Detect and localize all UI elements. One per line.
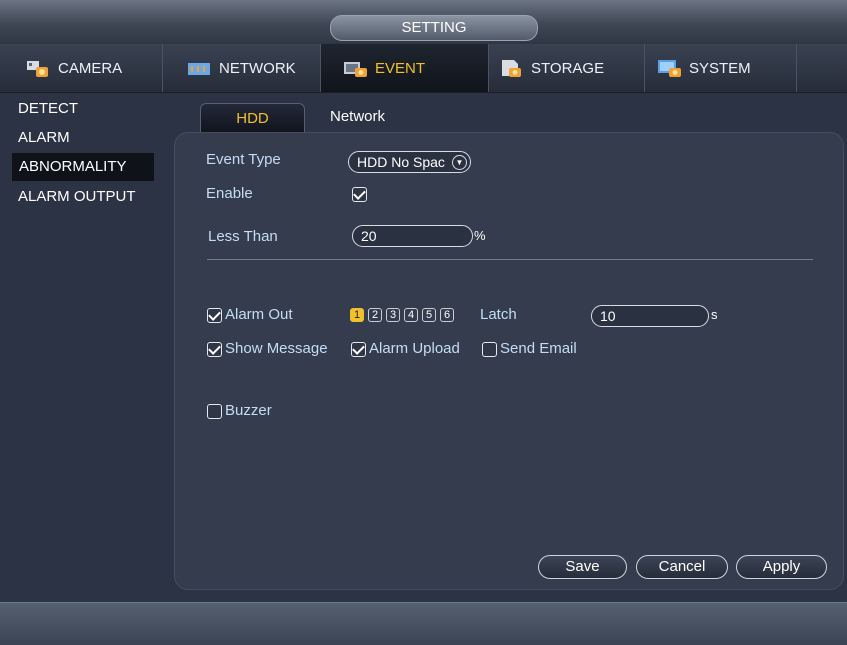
- latch-input[interactable]: 10: [591, 305, 709, 327]
- main-tab-bar: CAMERA NETWORK EVENT STORAGE SYSTEM: [0, 44, 847, 93]
- alarm-upload-checkbox[interactable]: [351, 342, 366, 357]
- alarm-out-label: Alarm Out: [225, 306, 293, 323]
- show-message-checkbox[interactable]: [207, 342, 222, 357]
- title-bar: SETTING: [0, 0, 847, 45]
- tab-label: CAMERA: [58, 59, 123, 77]
- latch-label: Latch: [480, 306, 517, 323]
- save-button[interactable]: Save: [538, 555, 627, 579]
- sidebar-item-abnormality[interactable]: ABNORMALITY: [12, 153, 154, 181]
- sidebar-item-alarm[interactable]: ALARM: [18, 129, 70, 146]
- tab-label: NETWORK: [219, 59, 296, 77]
- latch-unit: s: [711, 307, 718, 322]
- event-type-label: Event Type: [206, 151, 281, 168]
- alarm-out-channel-3[interactable]: 3: [386, 308, 400, 322]
- window-title: SETTING: [330, 15, 538, 41]
- buzzer-label: Buzzer: [225, 402, 272, 419]
- storage-icon: [499, 58, 525, 78]
- tab-camera[interactable]: CAMERA: [0, 44, 163, 92]
- event-type-select[interactable]: HDD No Spac ▼: [348, 151, 471, 173]
- alarm-out-checkbox[interactable]: [207, 308, 222, 323]
- alarm-out-channel-2[interactable]: 2: [368, 308, 382, 322]
- tab-label: SYSTEM: [689, 59, 751, 77]
- sidebar-item-alarm-output[interactable]: ALARM OUTPUT: [18, 188, 136, 205]
- less-than-unit: %: [474, 228, 486, 243]
- subtab-hdd[interactable]: HDD: [200, 103, 305, 135]
- alarm-out-channel-5[interactable]: 5: [422, 308, 436, 322]
- tab-storage[interactable]: STORAGE: [489, 44, 645, 92]
- network-icon: [187, 58, 213, 78]
- event-type-value: HDD No Spac: [357, 154, 445, 170]
- tab-event[interactable]: EVENT: [321, 44, 489, 92]
- sidebar: DETECT ALARM ABNORMALITY ALARM OUTPUT: [0, 93, 168, 603]
- alarm-out-channel-1[interactable]: 1: [350, 308, 364, 322]
- tab-label: EVENT: [375, 59, 426, 77]
- subtab-network[interactable]: Network: [330, 108, 385, 125]
- less-than-input[interactable]: 20: [352, 225, 473, 247]
- alarm-out-channel-4[interactable]: 4: [404, 308, 418, 322]
- enable-checkbox[interactable]: [352, 187, 367, 202]
- tab-system[interactable]: SYSTEM: [645, 44, 797, 92]
- sidebar-item-detect[interactable]: DETECT: [18, 100, 78, 117]
- event-icon: [343, 58, 369, 78]
- alarm-upload-label: Alarm Upload: [369, 340, 460, 357]
- show-message-label: Show Message: [225, 340, 328, 357]
- send-email-label: Send Email: [500, 340, 577, 357]
- alarm-out-channel-6[interactable]: 6: [440, 308, 454, 322]
- send-email-checkbox[interactable]: [482, 342, 497, 357]
- tab-label: STORAGE: [531, 59, 605, 77]
- buzzer-checkbox[interactable]: [207, 404, 222, 419]
- camera-icon: [26, 58, 52, 78]
- bottom-bar: [0, 602, 847, 645]
- enable-label: Enable: [206, 185, 253, 202]
- divider: [207, 259, 813, 260]
- system-icon: [657, 58, 683, 78]
- chevron-down-icon: ▼: [452, 155, 467, 170]
- cancel-button[interactable]: Cancel: [636, 555, 728, 579]
- tab-network[interactable]: NETWORK: [163, 44, 321, 92]
- apply-button[interactable]: Apply: [736, 555, 827, 579]
- less-than-label: Less Than: [208, 228, 278, 245]
- settings-panel: [174, 132, 844, 590]
